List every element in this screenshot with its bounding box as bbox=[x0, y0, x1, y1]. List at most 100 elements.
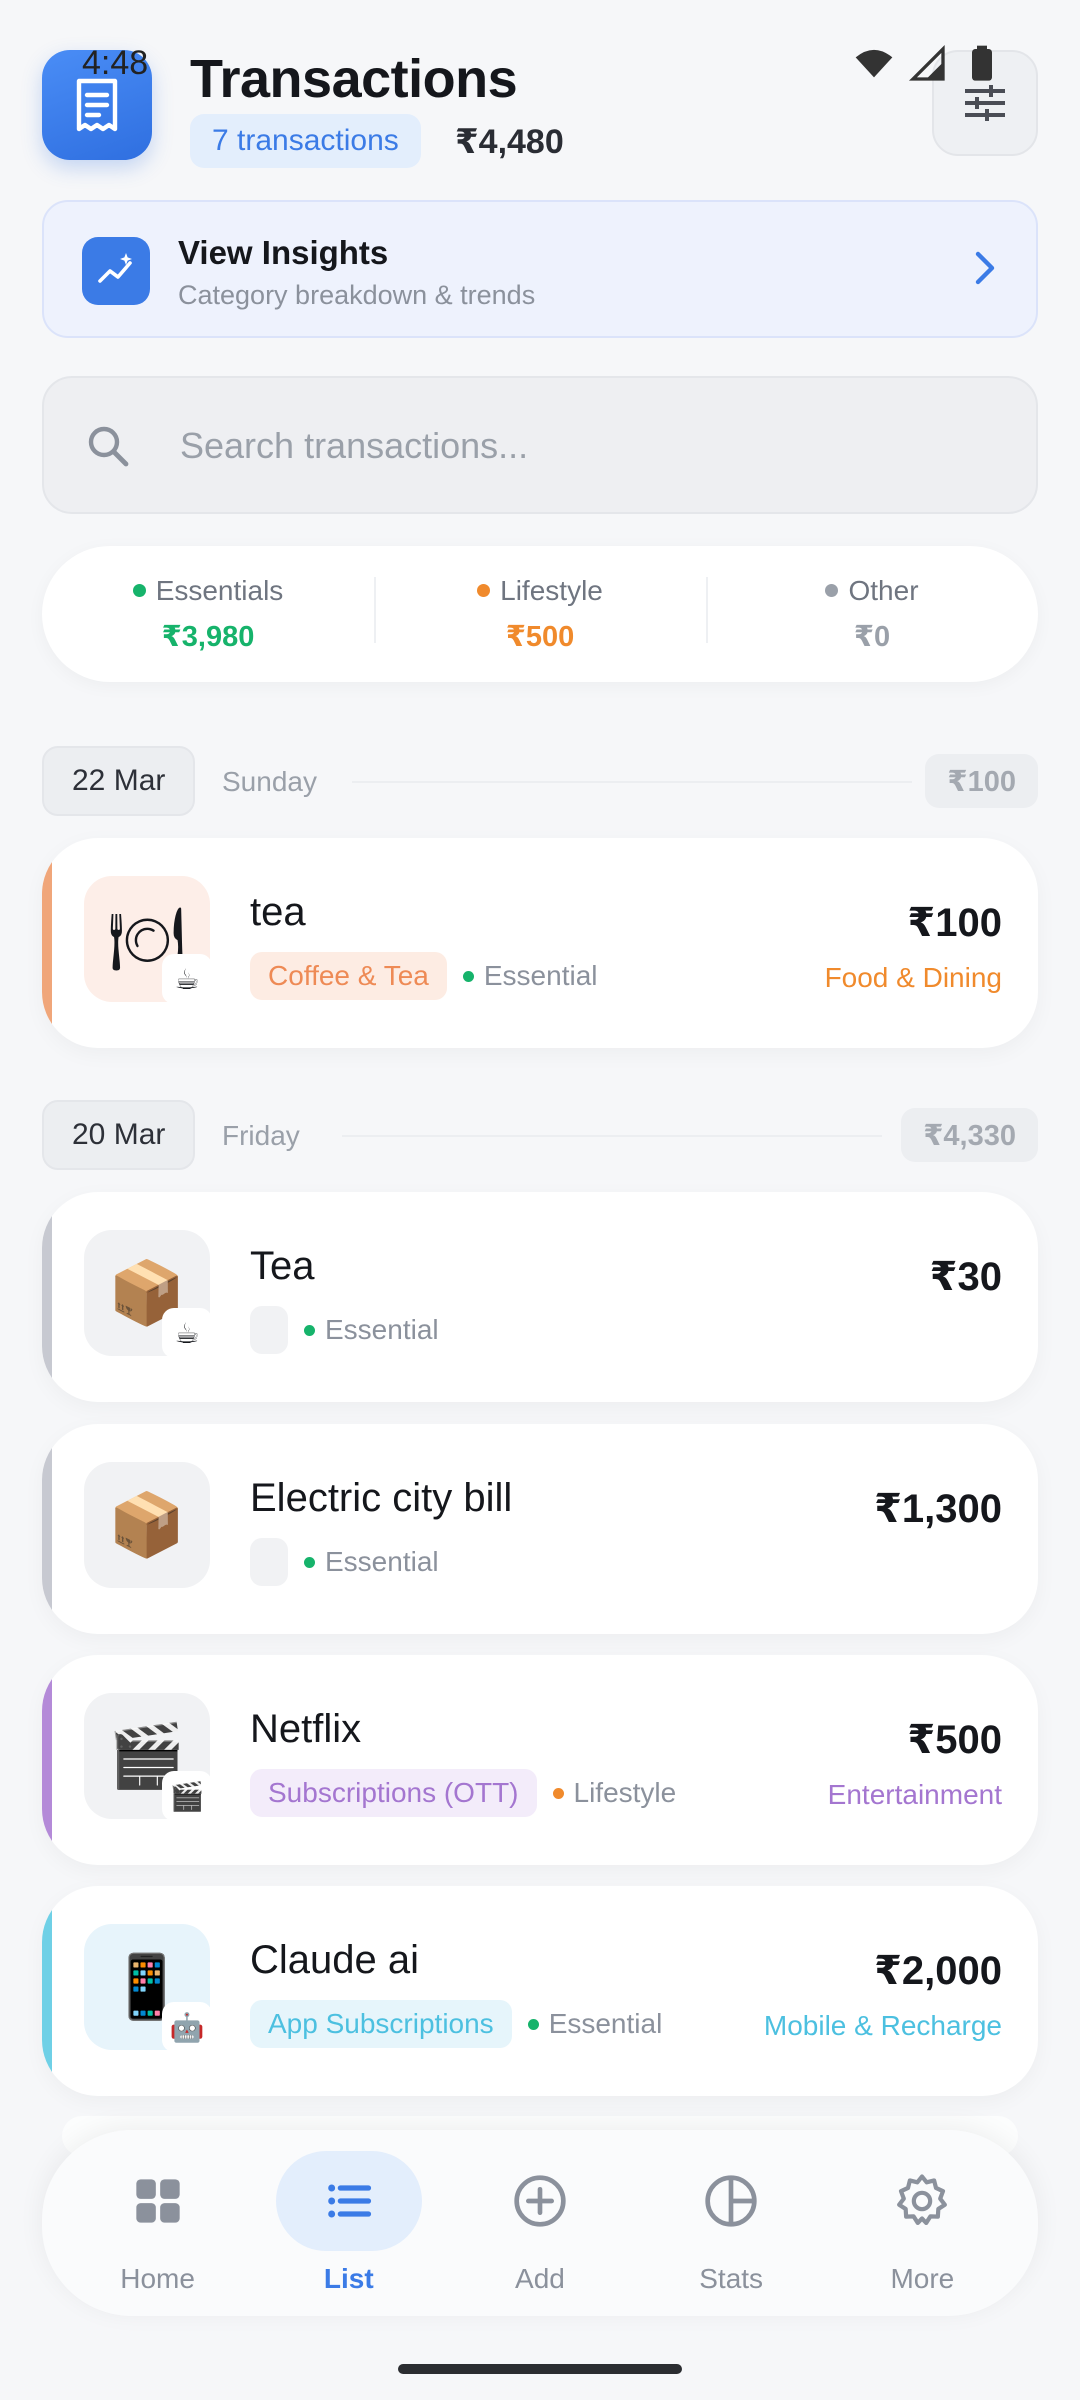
receipt-icon bbox=[76, 78, 118, 132]
page-title: Transactions bbox=[190, 49, 518, 109]
header-total: ₹4,480 bbox=[455, 123, 564, 161]
subcategory-tag: Coffee & Tea bbox=[250, 952, 447, 1000]
chevron-right-icon bbox=[975, 251, 995, 285]
lifestyle-dot bbox=[477, 584, 491, 597]
status-icons bbox=[854, 44, 1002, 84]
status-time: 4:48 bbox=[82, 44, 149, 82]
subcategory-tag: App Subscriptions bbox=[250, 2000, 512, 2048]
transaction-card[interactable]: 📦 ☕ Tea Essential ₹30 bbox=[42, 1192, 1038, 1402]
cup-icon: ☕ bbox=[162, 1308, 212, 1358]
nav-label: Home bbox=[120, 2263, 195, 2294]
transaction-card[interactable]: 📦 Electric city bill Essential ₹1,300 bbox=[42, 1424, 1038, 1634]
transaction-title: Tea bbox=[250, 1244, 315, 1288]
search-icon bbox=[88, 426, 129, 467]
nav-label: List bbox=[323, 2263, 374, 2294]
bottom-nav: Home List Add Stats More bbox=[42, 2130, 1038, 2316]
search-bar bbox=[42, 376, 1038, 514]
list-icon bbox=[327, 2184, 371, 2218]
robot-icon: 🤖 bbox=[162, 2002, 212, 2052]
category-summary: Essentials ₹3,980 Lifestyle ₹500 Other ₹… bbox=[42, 546, 1038, 682]
summary-label: Other bbox=[848, 574, 919, 606]
summary-label: Essentials bbox=[155, 574, 284, 606]
transaction-category: Entertainment bbox=[827, 1779, 1002, 1810]
transaction-amount: ₹30 bbox=[929, 1255, 1002, 1299]
sparkle-chart-icon bbox=[98, 253, 132, 283]
transaction-amount: ₹500 bbox=[907, 1718, 1002, 1762]
nav-label: Add bbox=[515, 2263, 565, 2294]
transaction-amount: ₹1,300 bbox=[874, 1487, 1002, 1531]
transaction-count-badge: 7 transactions bbox=[190, 114, 421, 168]
plus-circle-icon bbox=[514, 2175, 566, 2227]
insights-title: View Insights bbox=[178, 234, 389, 271]
insights-icon-box bbox=[82, 237, 150, 305]
transaction-card[interactable]: 🎬 🎬 Netflix Subscriptions (OTT) Lifestyl… bbox=[42, 1655, 1038, 1865]
transaction-title: Claude ai bbox=[250, 1938, 420, 1982]
date-total: ₹4,330 bbox=[901, 1108, 1038, 1162]
nav-list[interactable]: List bbox=[269, 2151, 429, 2295]
summary-essentials: Essentials ₹3,980 bbox=[42, 575, 374, 654]
search-input[interactable] bbox=[180, 418, 1000, 474]
transaction-title: Electric city bill bbox=[250, 1476, 513, 1520]
transaction-title: tea bbox=[250, 890, 306, 934]
sliders-icon bbox=[965, 85, 1005, 121]
expense-kind: Essential bbox=[548, 2008, 663, 2039]
lifestyle-dot bbox=[552, 1787, 564, 1799]
date-pill: 20 Mar bbox=[42, 1100, 196, 1170]
transaction-card[interactable]: 📱 🤖 Claude ai App Subscriptions Essentia… bbox=[42, 1886, 1038, 2096]
summary-label: Lifestyle bbox=[500, 574, 603, 606]
summary-value: ₹0 bbox=[853, 620, 891, 653]
grid-icon bbox=[135, 2179, 180, 2223]
subcategory-tag bbox=[250, 1538, 288, 1586]
battery-icon bbox=[972, 45, 992, 81]
accent-bar bbox=[42, 1655, 52, 1865]
date-divider bbox=[342, 1135, 882, 1137]
clapper-small-icon: 🎬 bbox=[162, 1771, 212, 1821]
essentials-dot bbox=[132, 584, 146, 597]
transaction-category: Mobile & Recharge bbox=[763, 2010, 1002, 2041]
transaction-amount: ₹2,000 bbox=[874, 1949, 1002, 1993]
nav-home[interactable]: Home bbox=[78, 2151, 238, 2295]
gear-icon bbox=[897, 2174, 948, 2226]
expense-kind: Lifestyle bbox=[573, 1777, 677, 1808]
transaction-title: Netflix bbox=[250, 1707, 362, 1751]
view-insights-card[interactable]: View Insights Category breakdown & trend… bbox=[42, 200, 1038, 338]
essential-dot bbox=[304, 1324, 315, 1336]
summary-lifestyle: Lifestyle ₹500 bbox=[374, 575, 706, 654]
accent-bar bbox=[42, 1424, 52, 1634]
accent-bar bbox=[42, 1192, 52, 1402]
wifi-icon bbox=[855, 49, 893, 78]
date-divider bbox=[352, 781, 912, 783]
nav-more[interactable]: More bbox=[842, 2151, 1002, 2295]
expense-kind: Essential bbox=[325, 1314, 439, 1345]
date-pill: 22 Mar bbox=[42, 746, 196, 816]
date-day: Friday bbox=[222, 1120, 300, 1151]
summary-other: Other ₹0 bbox=[706, 575, 1038, 654]
summary-value: ₹3,980 bbox=[161, 620, 255, 653]
nav-add[interactable]: Add bbox=[460, 2151, 620, 2295]
nav-label: More bbox=[890, 2263, 955, 2294]
transaction-amount: ₹100 bbox=[907, 901, 1002, 945]
transaction-category: Food & Dining bbox=[824, 962, 1002, 993]
essential-dot bbox=[527, 2018, 539, 2030]
date-total: ₹100 bbox=[925, 754, 1038, 808]
cup-icon: ☕ bbox=[162, 954, 212, 1004]
home-indicator[interactable] bbox=[398, 2364, 682, 2374]
date-group-header: 20 Mar Friday ₹4,330 bbox=[42, 1100, 1038, 1170]
date-group-header: 22 Mar Sunday ₹100 bbox=[42, 746, 1038, 816]
transaction-card[interactable]: 🍽 ☕ tea Coffee & Tea Essential ₹100 Food… bbox=[42, 838, 1038, 1048]
subcategory-tag: Subscriptions (OTT) bbox=[250, 1769, 537, 1817]
nav-stats[interactable]: Stats bbox=[651, 2151, 811, 2295]
accent-bar bbox=[42, 1886, 52, 2096]
accent-bar bbox=[42, 838, 52, 1048]
summary-value: ₹500 bbox=[505, 620, 575, 653]
signal-icon bbox=[908, 44, 945, 81]
essential-dot bbox=[462, 970, 474, 982]
package-icon: 📦 bbox=[84, 1462, 210, 1588]
expense-kind: Essential bbox=[325, 1546, 439, 1577]
expense-kind: Essential bbox=[483, 960, 598, 991]
other-dot bbox=[825, 584, 839, 597]
insights-subtitle: Category breakdown & trends bbox=[178, 280, 536, 310]
nav-label: Stats bbox=[699, 2263, 764, 2294]
pie-icon bbox=[705, 2175, 757, 2227]
subcategory-tag bbox=[250, 1306, 288, 1354]
